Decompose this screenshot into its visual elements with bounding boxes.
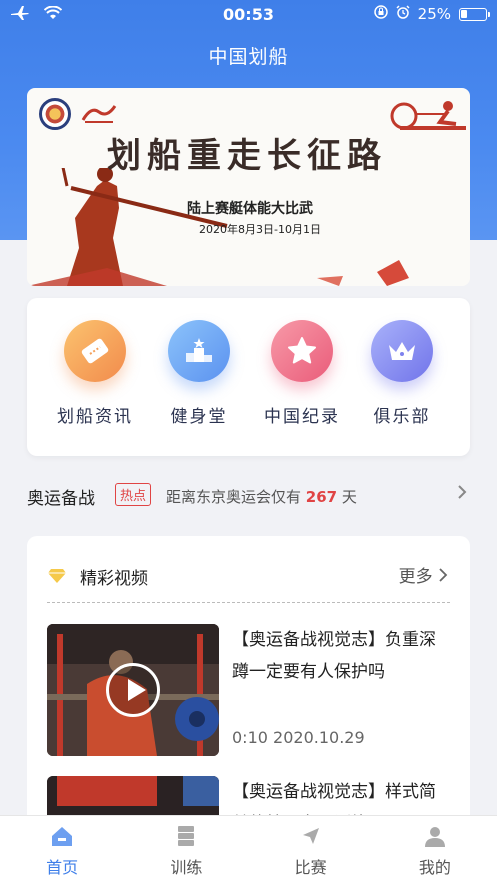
hot-badge: 热点 (115, 483, 152, 506)
section-title: 精彩视频 (80, 569, 148, 589)
ticket-icon (64, 320, 126, 382)
alarm-icon (396, 5, 410, 23)
competition-icon (249, 824, 373, 848)
olympic-title: 奥运备战 (27, 489, 95, 509)
play-icon[interactable] (106, 663, 160, 717)
battery-icon (459, 7, 490, 21)
tab-label: 比赛 (294, 858, 327, 877)
video-title: 【奥运备战视觉志】负重深蹲一定要有人保护吗 (232, 630, 436, 682)
more-link[interactable]: 更多 (399, 562, 448, 587)
video-date: 2020.10.29 (273, 728, 365, 747)
tab-home[interactable]: 首页 (0, 816, 124, 883)
event-logo (81, 102, 117, 124)
tab-profile[interactable]: 我的 (373, 816, 497, 883)
app-title: 中国划船 (208, 46, 289, 68)
tab-label: 首页 (46, 858, 79, 877)
videos-section: 精彩视频 更多 【奥运备战视觉志】负重深蹲一定要有人保护吗 0:10 2020.… (27, 536, 470, 836)
chevron-right-icon[interactable] (457, 484, 467, 505)
promo-banner[interactable]: 划船重走长征路 陆上赛艇体能大比武 2020年8月3日-10月1日 (27, 88, 470, 286)
tab-competition[interactable]: 比赛 (249, 816, 373, 883)
countdown-suffix: 天 (341, 488, 357, 506)
diamond-icon (47, 568, 67, 588)
tab-label: 我的 (418, 858, 451, 877)
battery-percent: 25% (417, 5, 451, 23)
tab-bar: 首页 训练 比赛 我的 (0, 815, 497, 883)
tab-training[interactable]: 训练 (124, 816, 248, 883)
video-duration: 0:10 (232, 728, 268, 747)
video-thumbnail[interactable] (47, 624, 219, 756)
association-logo (39, 98, 71, 130)
status-bar: 00:53 25% (0, 0, 497, 30)
crown-icon (371, 320, 433, 382)
video-meta: 0:10 2020.10.29 (232, 728, 365, 747)
section-divider (47, 602, 450, 603)
menu-item-fitness[interactable]: 健身堂 (149, 320, 249, 427)
tab-label: 训练 (170, 858, 203, 877)
podium-icon (168, 320, 230, 382)
countdown-text: 距离东京奥运会仅有 267 天 (166, 486, 357, 507)
olympic-countdown-row[interactable]: 奥运备战 热点 距离东京奥运会仅有 267 天 (0, 476, 497, 516)
star-icon (271, 320, 333, 382)
countdown-days: 267 (305, 488, 338, 506)
menu-item-rowing-news[interactable]: 划船资讯 (45, 320, 145, 427)
menu-label: 健身堂 (170, 407, 228, 427)
banner-date: 2020年8月3日-10月1日 (199, 223, 321, 236)
menu-label: 划船资讯 (57, 407, 133, 427)
menu-item-club[interactable]: 俱乐部 (352, 320, 452, 427)
menu-label: 中国纪录 (264, 407, 340, 427)
chevron-right-icon (438, 567, 448, 587)
home-icon (0, 824, 124, 848)
menu-item-china-records[interactable]: 中国纪录 (252, 320, 352, 427)
profile-icon (373, 824, 497, 848)
banner-subtitle: 陆上赛艇体能大比武 (187, 201, 313, 217)
countdown-prefix: 距离东京奥运会仅有 (166, 488, 302, 506)
status-right: 25% (373, 5, 490, 23)
video-item[interactable]: 【奥运备战视觉志】负重深蹲一定要有人保护吗 0:10 2020.10.29 (47, 624, 450, 756)
battery-level (461, 9, 467, 18)
menu-label: 俱乐部 (373, 407, 431, 427)
quick-menu: 划船资讯 健身堂 中国纪录 俱乐部 (27, 298, 470, 456)
more-label: 更多 (398, 567, 433, 587)
rotation-lock-icon (373, 5, 388, 23)
banner-title: 划船重走长征路 (107, 136, 387, 176)
training-icon (124, 824, 248, 848)
rowing-machine-illustration (390, 101, 466, 130)
